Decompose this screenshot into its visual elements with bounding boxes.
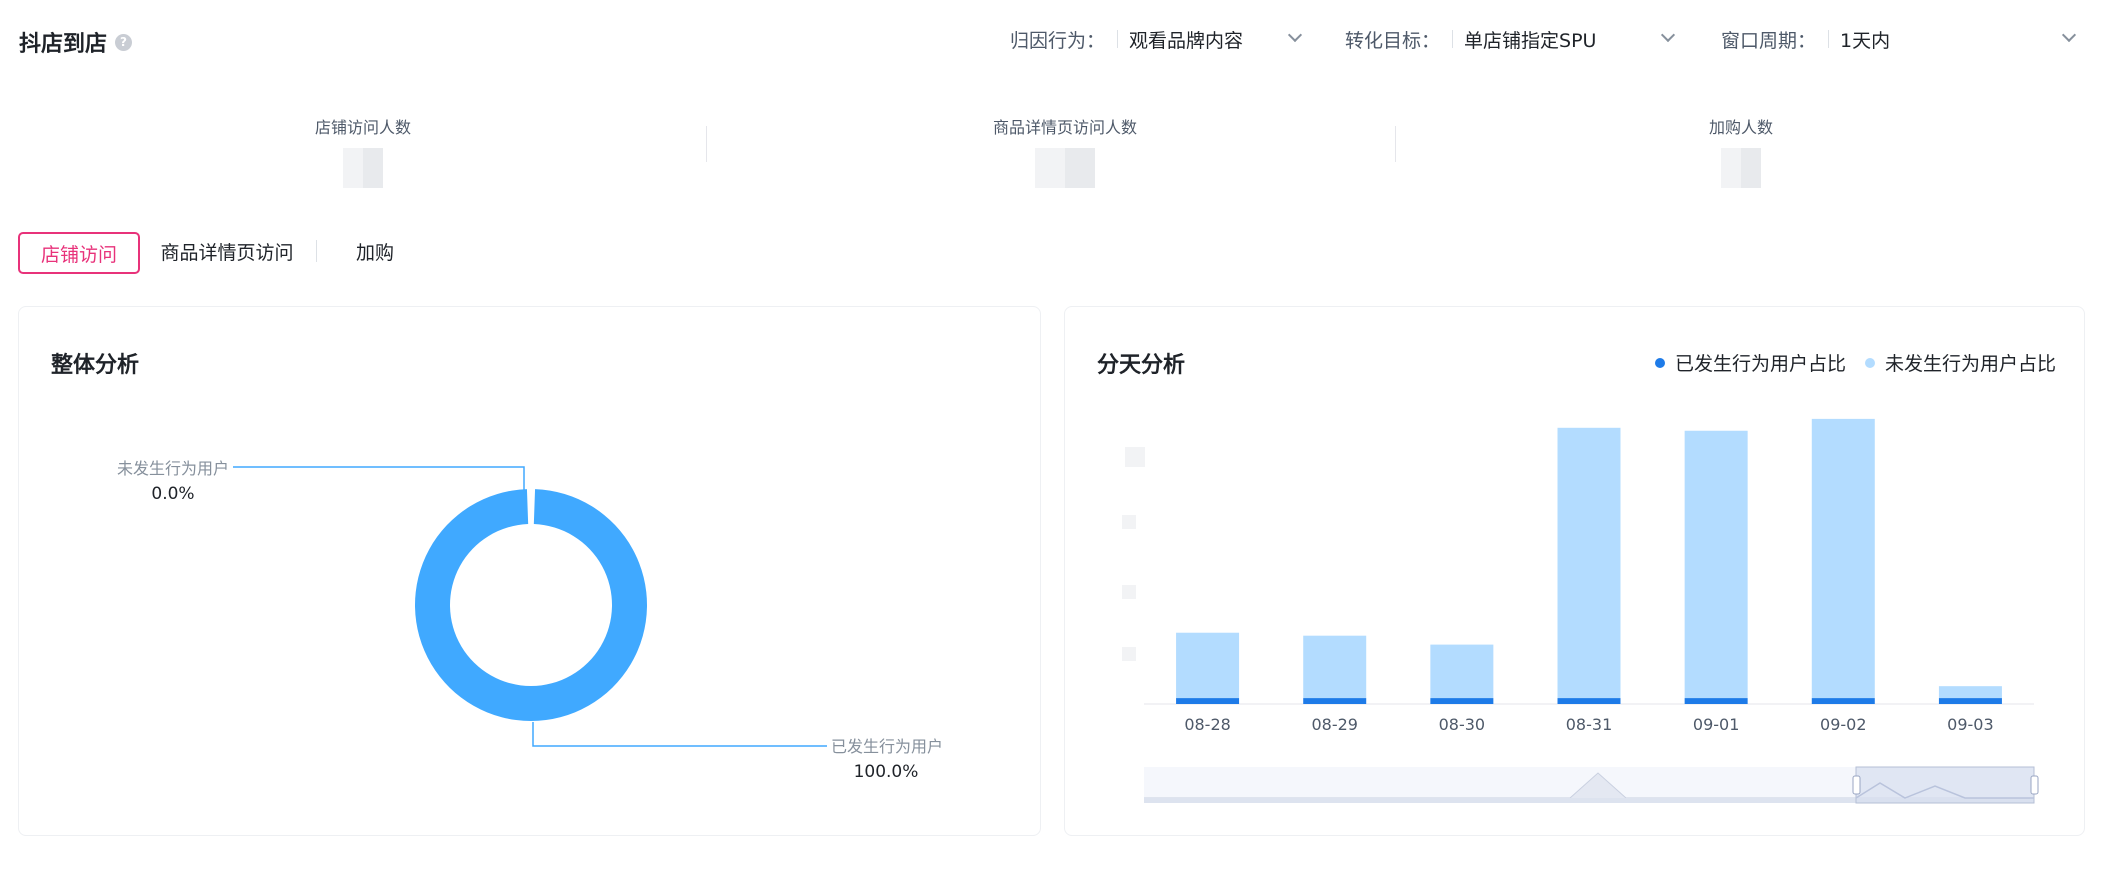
- zoom-handle-right[interactable]: [2030, 775, 2039, 795]
- filter-value: 1天内: [1840, 29, 1891, 52]
- donut-slice-value: 100.0%: [854, 762, 919, 782]
- filter-label: 归因行为：: [1010, 29, 1106, 52]
- donut-slice-name: 未发生行为用户: [117, 459, 229, 478]
- metric-value-redacted: [1721, 148, 1761, 188]
- donut-slice-value: 0.0%: [151, 484, 194, 504]
- tab-store-visit[interactable]: 店铺访问: [18, 232, 140, 274]
- chevron-down-icon: [2061, 27, 2077, 43]
- donut-slice-1[interactable]: [415, 489, 647, 721]
- metric-label: 商品详情页访问人数: [992, 118, 1137, 137]
- filter-label: 转化目标：: [1345, 29, 1441, 52]
- chevron-down-icon: [1287, 27, 1303, 43]
- attribution-behavior-select[interactable]: 归因行为： 观看品牌内容: [1010, 24, 1303, 54]
- overall-analysis-card: 整体分析 未发生行为用户 0.0% 已发生行为用户 100.0%: [18, 306, 1041, 836]
- metric-store-visitors: 店铺访问人数: [213, 114, 513, 188]
- donut-chart: 未发生行为用户 0.0% 已发生行为用户 100.0%: [117, 459, 943, 782]
- donut-leader-line: [532, 722, 827, 747]
- window-period-select[interactable]: 窗口周期： 1天内: [1721, 24, 2077, 54]
- page-title-text: 抖店到店: [19, 32, 108, 57]
- metric-value-redacted: [343, 148, 383, 188]
- metric-product-detail-visitors: 商品详情页访问人数: [915, 114, 1215, 188]
- donut-slice-name: 已发生行为用户: [831, 737, 943, 756]
- data-zoom-slider[interactable]: [1065, 307, 2086, 837]
- filter-divider: [1828, 30, 1830, 48]
- filter-value: 观看品牌内容: [1129, 29, 1244, 52]
- tab-product-detail-visit[interactable]: 商品详情页访问: [152, 232, 302, 274]
- daily-analysis-card: 分天分析 已发生行为用户占比 未发生行为用户占比 08-28 08-29 08-30…: [1064, 306, 2085, 836]
- donut-leader-line: [233, 466, 525, 493]
- question-circle-icon[interactable]: ?: [115, 33, 133, 51]
- filter-divider: [1452, 30, 1454, 48]
- filter-value: 单店铺指定SPU: [1464, 29, 1597, 52]
- metric-add-to-cart-users: 加购人数: [1591, 114, 1891, 188]
- zoom-handle-left[interactable]: [1852, 775, 1861, 795]
- metric-divider: [706, 126, 707, 162]
- chevron-down-icon: [1660, 27, 1676, 43]
- metric-label: 加购人数: [1708, 118, 1773, 137]
- conversion-target-select[interactable]: 转化目标： 单店铺指定SPU: [1345, 24, 1676, 54]
- metric-value-redacted: [1035, 148, 1095, 188]
- tab-add-to-cart[interactable]: 加购: [340, 232, 410, 274]
- metric-divider: [1395, 126, 1396, 162]
- filter-label: 窗口周期：: [1721, 29, 1817, 52]
- page-title: 抖店到店 ?: [19, 26, 133, 58]
- metric-label: 店铺访问人数: [314, 118, 411, 137]
- tab-divider: [316, 240, 317, 262]
- filter-divider: [1117, 30, 1119, 48]
